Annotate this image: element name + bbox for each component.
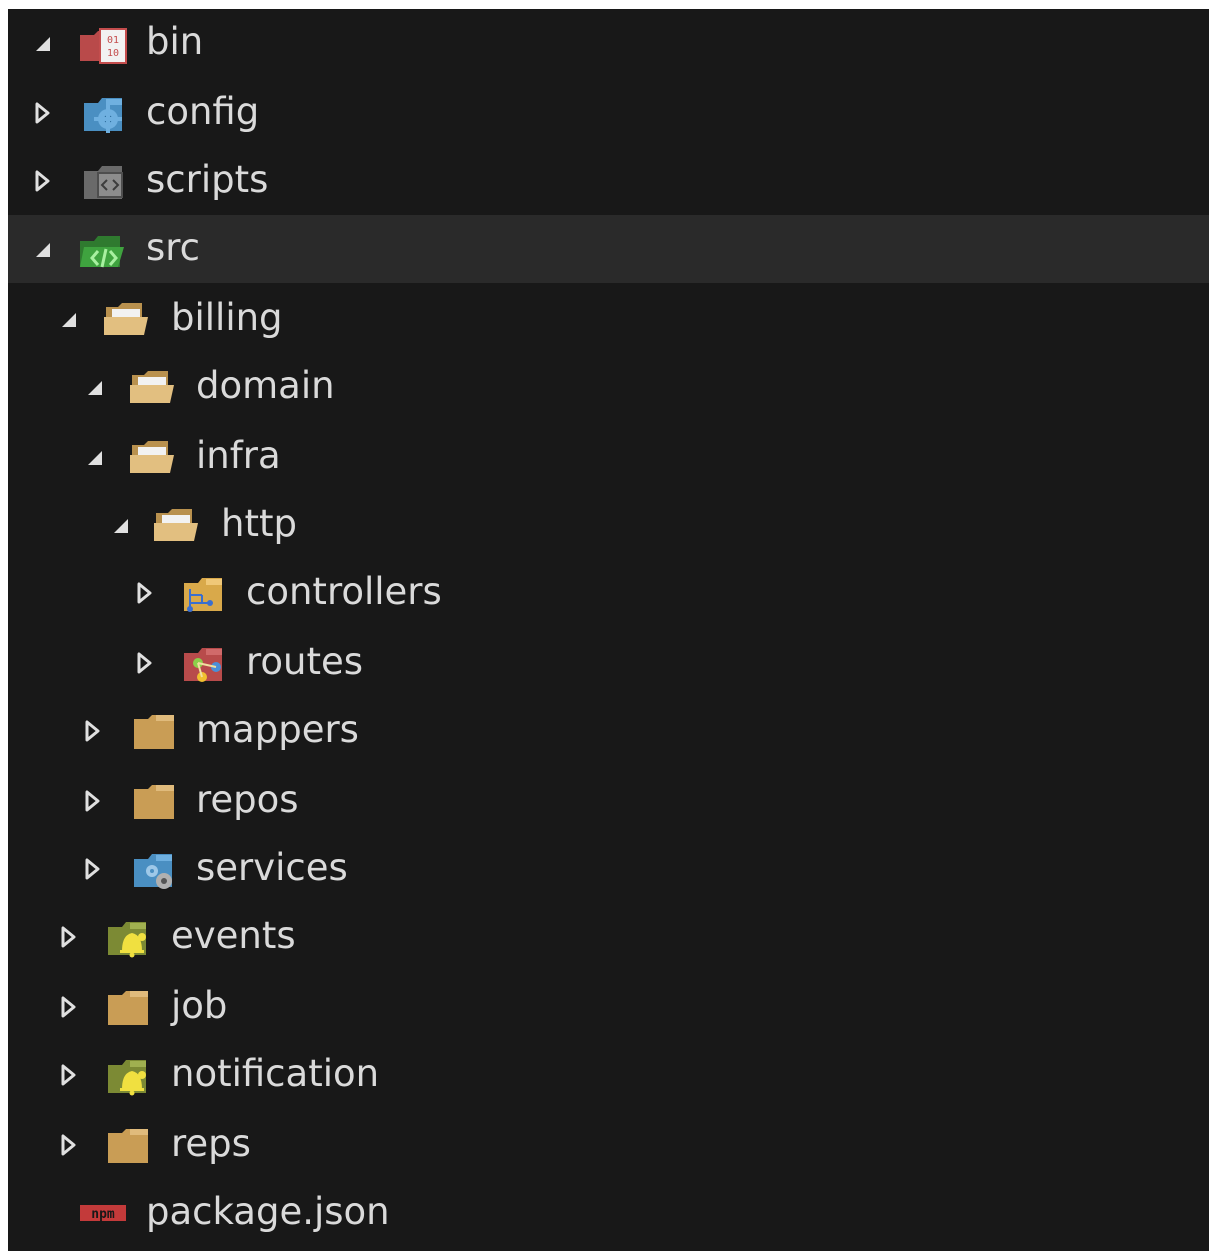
folder-scripts-icon	[82, 161, 132, 203]
tree-item-label: http	[221, 502, 297, 545]
tree-item-package-json[interactable]: npm package.json	[8, 1179, 1209, 1247]
chevron-down-icon[interactable]	[32, 31, 52, 55]
folder-routes-icon	[182, 643, 232, 685]
chevron-down-icon[interactable]	[110, 513, 130, 537]
folder-icon	[132, 781, 182, 823]
tree-item-label: controllers	[246, 570, 442, 613]
chevron-down-icon[interactable]	[32, 237, 52, 261]
tree-item-label: infra	[196, 434, 281, 477]
tree-item-label: src	[146, 226, 201, 269]
folder-open-icon	[128, 437, 178, 479]
tree-item-repos[interactable]: repos	[8, 767, 1209, 835]
tree-item-services[interactable]: services	[8, 835, 1209, 903]
svg-text:01: 01	[107, 35, 119, 46]
chevron-down-icon[interactable]	[84, 375, 104, 399]
file-explorer: 01 10 bin config scripts src billing dom…	[8, 9, 1209, 1251]
chevron-right-icon[interactable]	[58, 995, 78, 1019]
folder-open-icon	[152, 505, 202, 547]
tree-item-label: domain	[196, 364, 335, 407]
chevron-right-icon[interactable]	[82, 719, 102, 743]
tree-item-label: routes	[246, 640, 364, 683]
folder-icon	[132, 711, 182, 753]
tree-item-label: services	[196, 846, 348, 889]
tree-item-domain[interactable]: domain	[8, 353, 1209, 421]
tree-item-src[interactable]: src	[8, 215, 1209, 283]
tree-item-label: reps	[171, 1122, 251, 1165]
folder-open-icon	[128, 367, 178, 409]
svg-text:npm: npm	[91, 1207, 115, 1222]
svg-text:10: 10	[107, 48, 119, 59]
chevron-right-icon[interactable]	[32, 101, 52, 125]
chevron-down-icon[interactable]	[84, 445, 104, 469]
npm-icon: npm	[78, 1199, 128, 1241]
tree-item-label: package.json	[146, 1190, 390, 1233]
chevron-right-icon[interactable]	[58, 925, 78, 949]
tree-item-label: notification	[171, 1052, 380, 1095]
tree-item-mappers[interactable]: mappers	[8, 697, 1209, 765]
tree-item-config[interactable]: config	[8, 79, 1209, 147]
tree-item-bin[interactable]: 01 10 bin	[8, 9, 1209, 77]
tree-item-job[interactable]: job	[8, 973, 1209, 1041]
folder-events-icon	[106, 917, 156, 959]
folder-open-icon	[102, 299, 152, 341]
tree-item-infra[interactable]: infra	[8, 423, 1209, 491]
tree-item-events[interactable]: events	[8, 903, 1209, 971]
tree-item-label: config	[146, 90, 260, 133]
chevron-right-icon[interactable]	[32, 169, 52, 193]
tree-item-controllers[interactable]: controllers	[8, 559, 1209, 627]
folder-src-icon	[78, 229, 128, 271]
chevron-right-icon[interactable]	[82, 857, 102, 881]
folder-events-icon	[106, 1055, 156, 1097]
tree-item-label: mappers	[196, 708, 359, 751]
chevron-down-icon[interactable]	[58, 307, 78, 331]
chevron-right-icon[interactable]	[134, 651, 154, 675]
folder-controllers-icon	[182, 573, 232, 615]
tree-item-label: job	[171, 984, 228, 1027]
tree-item-label: events	[171, 914, 296, 957]
tree-item-billing[interactable]: billing	[8, 285, 1209, 353]
tree-item-scripts[interactable]: scripts	[8, 147, 1209, 215]
folder-services-icon	[132, 849, 182, 891]
tree-item-label: scripts	[146, 158, 269, 201]
tree-item-label: bin	[146, 20, 204, 63]
chevron-right-icon[interactable]	[58, 1133, 78, 1157]
chevron-right-icon[interactable]	[58, 1063, 78, 1087]
tree-item-notification[interactable]: notification	[8, 1041, 1209, 1109]
tree-item-routes[interactable]: routes	[8, 629, 1209, 697]
folder-binary-icon: 01 10	[78, 23, 128, 65]
chevron-right-icon[interactable]	[134, 581, 154, 605]
folder-icon	[106, 1125, 156, 1167]
tree-item-reps[interactable]: reps	[8, 1111, 1209, 1179]
chevron-right-icon[interactable]	[82, 789, 102, 813]
folder-config-icon	[82, 93, 132, 135]
tree-item-label: repos	[196, 778, 299, 821]
folder-icon	[106, 987, 156, 1029]
tree-item-http[interactable]: http	[8, 491, 1209, 559]
tree-item-label: billing	[171, 296, 283, 339]
